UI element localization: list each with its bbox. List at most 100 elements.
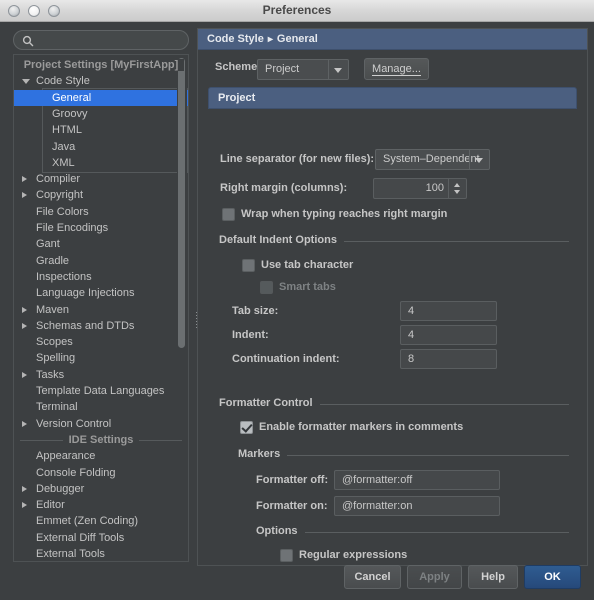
sidebar-item-label: Inspections: [36, 270, 92, 283]
chevron-right-icon[interactable]: [22, 322, 27, 329]
chevron-right-icon[interactable]: [22, 306, 27, 313]
sidebar-item-file-colors[interactable]: File Colors: [14, 204, 188, 220]
line-separator-select[interactable]: System–Dependent: [375, 149, 490, 170]
indent-field[interactable]: 4: [400, 325, 497, 345]
formatter-off-value: @formatter:off: [342, 474, 413, 486]
sidebar-item-label: Code Style: [36, 75, 90, 88]
sidebar-item-groovy[interactable]: Groovy: [14, 106, 188, 122]
search-input[interactable]: [38, 32, 186, 50]
sidebar-item-label: XML: [52, 156, 75, 169]
sidebar-item-language-injections[interactable]: Language Injections: [14, 285, 188, 301]
sidebar-item-schemas-and-dtds[interactable]: Schemas and DTDs: [14, 318, 188, 334]
formatter-off-label: Formatter off:: [256, 474, 329, 486]
sidebar-item-external-diff-tools[interactable]: External Diff Tools: [14, 530, 188, 546]
settings-detail-panel: Code Style ▸ General Scheme: Project Manag…: [197, 28, 588, 566]
sidebar-item-general[interactable]: General: [14, 89, 188, 106]
options-title: Options: [256, 525, 305, 537]
chevron-right-icon[interactable]: [22, 420, 27, 427]
chevron-down-icon[interactable]: [22, 79, 30, 87]
sidebar-item-maven[interactable]: Maven: [14, 302, 188, 318]
sidebar-item-java[interactable]: Java: [14, 139, 188, 155]
sidebar-item-label: Gant: [36, 238, 60, 251]
sidebar-item-copyright[interactable]: Copyright: [14, 187, 188, 203]
chevron-right-icon[interactable]: [22, 371, 27, 378]
manage-button[interactable]: Manage...: [364, 58, 429, 80]
checkbox-icon[interactable]: [242, 259, 255, 272]
continuation-indent-label: Continuation indent:: [232, 353, 340, 365]
chevron-right-icon[interactable]: [22, 502, 27, 509]
sidebar-item-scopes[interactable]: Scopes: [14, 334, 188, 350]
sidebar-item-gradle[interactable]: Gradle: [14, 253, 188, 269]
sidebar-item-tasks[interactable]: Tasks: [14, 367, 188, 383]
breadcrumb-separator-icon: ▸: [267, 34, 273, 45]
sidebar-item-xml[interactable]: XML: [14, 155, 188, 171]
sidebar-item-debugger[interactable]: Debugger: [14, 481, 188, 497]
sidebar-item-label: Compiler: [36, 173, 81, 186]
help-button[interactable]: Help: [468, 565, 518, 589]
tree-section-header: IDE Settings: [14, 432, 188, 448]
smart-tabs-label: Smart tabs: [279, 281, 336, 293]
sidebar-item-appearance[interactable]: Appearance: [14, 448, 188, 464]
default-indent-options-title: Default Indent Options: [219, 234, 344, 246]
sidebar-item-inspections[interactable]: Inspections: [14, 269, 188, 285]
sidebar-item-label: Version Control: [36, 417, 112, 430]
sidebar-item-version-control[interactable]: Version Control: [14, 416, 188, 432]
sidebar-item-template-data-languages[interactable]: Template Data Languages: [14, 383, 188, 399]
use-tab-character-label: Use tab character: [261, 259, 354, 271]
apply-button: Apply: [407, 565, 462, 589]
sidebar-item-emmet-zen-coding[interactable]: Emmet (Zen Coding): [14, 513, 188, 529]
tree-scrollbar-thumb[interactable]: [178, 58, 185, 348]
markers-title: Markers: [238, 448, 288, 460]
formatter-on-label: Formatter on:: [256, 500, 328, 512]
chevron-down-icon[interactable]: [469, 150, 489, 169]
chevron-down-icon[interactable]: [328, 60, 348, 79]
sidebar-item-label: Language Injections: [36, 287, 135, 300]
scheme-select-value: Project: [265, 63, 300, 75]
tab-size-label: Tab size:: [232, 305, 279, 317]
continuation-indent-field[interactable]: 8: [400, 349, 497, 369]
sidebar-item-file-encodings[interactable]: File Encodings: [14, 220, 188, 236]
tab-size-field[interactable]: 4: [400, 301, 497, 321]
sidebar-item-console-folding[interactable]: Console Folding: [14, 465, 188, 481]
right-margin-stepper[interactable]: 100: [373, 178, 467, 199]
preferences-window: Preferences Project Settings [MyFirstApp…: [0, 0, 594, 600]
tree-scrollbar[interactable]: [177, 56, 187, 560]
sidebar-item-compiler[interactable]: Compiler: [14, 171, 188, 187]
search-box[interactable]: [13, 30, 189, 50]
chevron-right-icon[interactable]: [22, 192, 27, 199]
formatter-on-field[interactable]: @formatter:on: [334, 496, 500, 516]
formatter-control-title: Formatter Control: [219, 397, 320, 409]
dialog-content: Project Settings [MyFirstApp] Code Style G…: [0, 22, 594, 600]
sidebar-item-spelling[interactable]: Spelling: [14, 350, 188, 366]
chevron-right-icon[interactable]: [22, 485, 27, 492]
formatter-control-group: Formatter Control: [219, 397, 569, 409]
tab-size-value: 4: [408, 305, 415, 317]
scheme-label: Scheme:: [215, 61, 261, 73]
checkbox-icon[interactable]: [222, 208, 235, 221]
breadcrumb-bar: Code Style ▸ General: [198, 29, 587, 50]
scheme-select[interactable]: Project: [257, 59, 349, 80]
sidebar-item-label: Debugger: [36, 482, 85, 495]
formatter-off-field[interactable]: @formatter:off: [334, 470, 500, 490]
sidebar-item-label: Groovy: [52, 107, 88, 120]
settings-tree[interactable]: Project Settings [MyFirstApp] Code Style G…: [13, 54, 189, 562]
manage-button-label: Manage...: [372, 63, 421, 76]
sidebar-item-label: Java: [52, 140, 76, 153]
sidebar-item-code-style[interactable]: Code Style: [14, 73, 188, 89]
sidebar-item-html[interactable]: HTML: [14, 122, 188, 138]
indent-value: 4: [408, 329, 415, 341]
sidebar-item-terminal[interactable]: Terminal: [14, 399, 188, 415]
sidebar-item-label: Console Folding: [36, 466, 116, 479]
breadcrumb-root[interactable]: Code Style: [207, 33, 264, 45]
enable-formatter-markers-label: Enable formatter markers in comments: [259, 421, 464, 433]
cancel-button[interactable]: Cancel: [344, 565, 401, 589]
ok-button[interactable]: OK: [524, 565, 581, 589]
breadcrumb: Code Style ▸ General: [207, 29, 318, 50]
default-indent-options-group: Default Indent Options: [219, 234, 569, 246]
sidebar-item-gant[interactable]: Gant: [14, 236, 188, 252]
sidebar-item-editor[interactable]: Editor: [14, 497, 188, 513]
checkbox-checked-icon[interactable]: [240, 421, 253, 434]
stepper-arrows-icon[interactable]: [448, 179, 466, 198]
chevron-right-icon[interactable]: [22, 176, 27, 183]
formatter-on-value: @formatter:on: [342, 500, 413, 512]
